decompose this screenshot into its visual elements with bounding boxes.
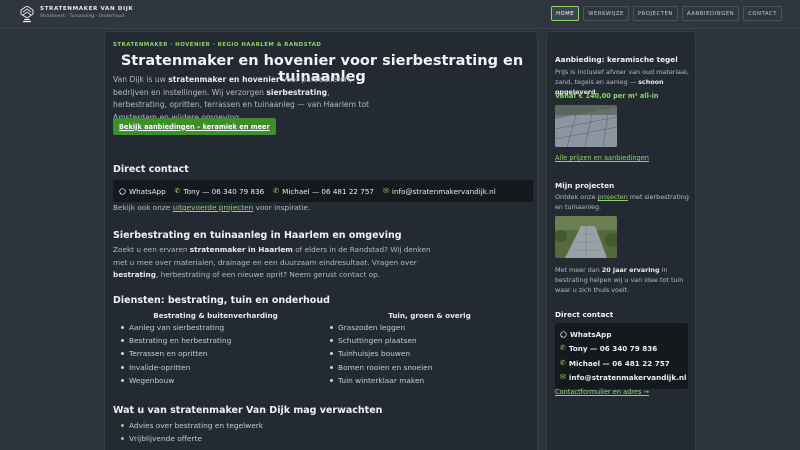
list-item: Advies over bestrating en tegelwerk <box>121 419 263 432</box>
list-item: Tuinhuisjes bouwen <box>330 347 432 360</box>
phone-icon: ✆ <box>273 186 280 195</box>
logo-icon[interactable] <box>20 6 34 23</box>
list-item: Wegenbouw <box>121 374 231 387</box>
email-link[interactable]: ✉ info@stratenmakervandijk.nl <box>383 187 496 196</box>
phone-icon: ✆ <box>560 358 566 367</box>
project-image[interactable] <box>555 216 617 258</box>
contact-form-link[interactable]: Contactformulier en adres → <box>555 388 649 396</box>
services-col2-title: Tuin, groen & overig <box>388 311 471 320</box>
nav-aanbiedingen[interactable]: AANBIEDINGEN <box>681 6 740 21</box>
email-link[interactable]: ✉ info@stratenmakervandijk.nl <box>560 371 686 386</box>
offer-image[interactable] <box>555 105 617 147</box>
site-header: STRATENMAKER VAN DIJK Straatwerk · Tuina… <box>0 0 800 29</box>
offer-title: Aanbieding: keramische tegel <box>555 55 678 64</box>
whatsapp-link[interactable]: WhatsApp <box>119 187 166 196</box>
phone-michael-link[interactable]: ✆ Michael — 06 481 22 757 <box>273 187 374 196</box>
phone-tony-link[interactable]: ✆ Tony — 06 340 79 836 <box>560 342 683 357</box>
mail-icon: ✉ <box>383 186 389 195</box>
brand-tagline: Straatwerk · Tuinaanleg · Onderhoud <box>40 14 125 19</box>
services-col1-list: Aanleg van sierbestrating Bestrating en … <box>121 321 231 387</box>
projects-title: Mijn projecten <box>555 181 615 190</box>
brand-name[interactable]: STRATENMAKER VAN DIJK <box>40 6 133 12</box>
whatsapp-icon <box>119 187 126 195</box>
whatsapp-icon <box>560 331 567 338</box>
list-item: Schuttingen plaatsen <box>330 334 432 347</box>
direct-contact-title: Direct contact <box>113 164 189 175</box>
haarlem-text: Zoekt u een ervaren stratenmaker in Haar… <box>113 245 431 279</box>
list-item: Vrijblijvende offerte <box>121 432 263 445</box>
list-item: Bestrating en herbestrating <box>121 334 231 347</box>
mail-icon: ✉ <box>560 373 566 382</box>
offer-price: Vanaf € 140,00 per m² all-in <box>555 92 659 100</box>
list-item: Graszoden leggen <box>330 321 432 334</box>
main-nav: HOME WERKWIJZE PROJECTEN AANBIEDINGEN CO… <box>551 6 782 21</box>
nav-home[interactable]: HOME <box>551 6 580 21</box>
phone-michael-link[interactable]: ✆ Michael — 06 481 22 757 <box>560 356 683 371</box>
offers-link[interactable]: Alle prijzen en aanbiedingen <box>555 154 649 162</box>
experience-text: Met meer dan 20 jaar ervaring in bestrat… <box>555 266 684 294</box>
nav-projecten[interactable]: PROJECTEN <box>632 6 678 21</box>
projects-text: Ontdek onze projecten met sierbestrating… <box>555 193 689 211</box>
haarlem-title: Sierbestrating en tuinaanleg in Haarlem … <box>113 230 402 241</box>
projects-link[interactable]: uitgevoerde projecten <box>173 203 254 212</box>
list-item: Tuin winterklaar maken <box>330 374 432 387</box>
services-title: Diensten: bestrating, tuin en onderhoud <box>113 295 330 306</box>
projects-hint: Bekijk ook onze uitgevoerde projecten vo… <box>113 203 311 212</box>
sidebar-contact-box: WhatsApp ✆ Tony — 06 340 79 836 ✆ Michae… <box>555 323 688 389</box>
sidebar: Aanbieding: keramische tegel Prijs is in… <box>546 31 696 450</box>
whatsapp-link[interactable]: WhatsApp <box>560 327 683 342</box>
contact-bar: WhatsApp ✆ Tony — 06 340 79 836 ✆ Michae… <box>113 180 533 202</box>
why-title: Wat u van stratenmaker Van Dijk mag verw… <box>113 405 383 416</box>
main-content: STRATENMAKER · HOVENIER · REGIO HAARLEM … <box>104 31 538 450</box>
nav-contact[interactable]: CONTACT <box>743 6 782 21</box>
services-col1-title: Bestrating & buitenverharding <box>153 311 278 320</box>
phone-icon: ✆ <box>174 186 181 195</box>
sidebar-contact-title: Direct contact <box>555 310 614 319</box>
list-item: Terrassen en opritten <box>121 347 231 360</box>
sidebar-projects-link[interactable]: projecten <box>598 193 628 201</box>
nav-werkwijze[interactable]: WERKWIJZE <box>583 6 629 21</box>
services-col2-list: Graszoden leggen Schuttingen plaatsen Tu… <box>330 321 432 387</box>
list-item: Aanleg van sierbestrating <box>121 321 231 334</box>
phone-icon: ✆ <box>560 344 566 353</box>
phone-tony-link[interactable]: ✆ Tony — 06 340 79 836 <box>175 187 265 196</box>
why-list: Advies over bestrating en tegelwerk Vrij… <box>121 419 263 445</box>
list-item: Bomen rooien en snoeien <box>330 361 432 374</box>
intro-text: Van Dijk is uw stratenmaker en hovenier … <box>113 75 370 122</box>
offers-button[interactable]: Bekijk aanbiedingen – keramiek en meer <box>113 118 276 135</box>
breadcrumb: STRATENMAKER · HOVENIER · REGIO HAARLEM … <box>113 42 322 48</box>
list-item: Invalide-opritten <box>121 361 231 374</box>
